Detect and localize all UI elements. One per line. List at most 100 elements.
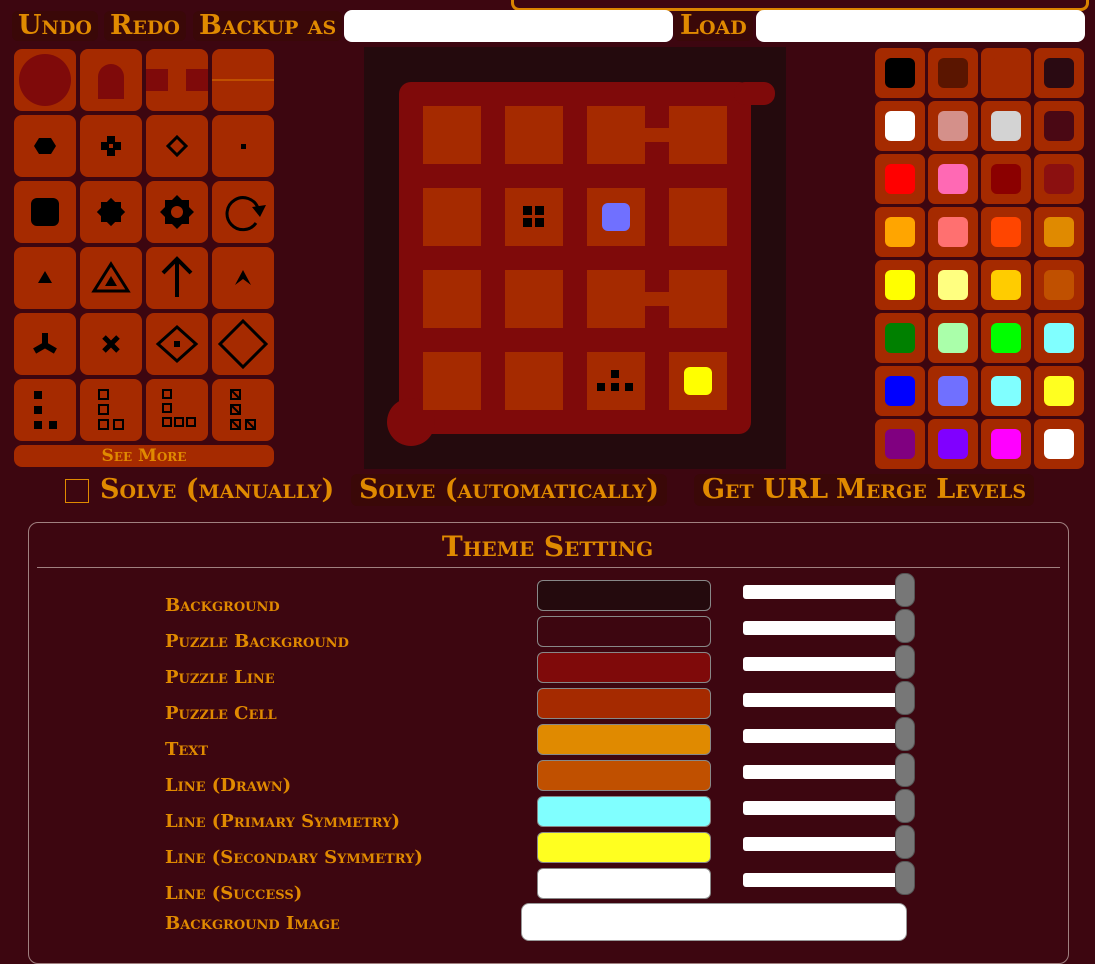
palette-swatch[interactable] xyxy=(1034,101,1084,151)
swatch-color xyxy=(1044,429,1074,459)
chevron-up-icon[interactable] xyxy=(212,247,274,309)
rotate-icon[interactable] xyxy=(212,181,274,243)
palette-swatch[interactable] xyxy=(875,101,925,151)
theme-color-input[interactable] xyxy=(537,760,711,791)
slider-thumb[interactable] xyxy=(895,825,915,859)
palette-swatch[interactable] xyxy=(928,48,978,98)
solve-automatically-button[interactable]: Solve (automatically) xyxy=(351,474,668,506)
polyomino-negative-icon[interactable] xyxy=(212,379,274,441)
theme-color-input[interactable] xyxy=(537,724,711,755)
palette-swatch[interactable] xyxy=(981,419,1031,469)
dot-small-icon[interactable] xyxy=(212,115,274,177)
theme-color-input[interactable] xyxy=(537,832,711,863)
get-url-button[interactable]: Get URL xyxy=(694,474,837,506)
theme-opacity-slider[interactable] xyxy=(743,657,903,671)
missing-line-icon[interactable] xyxy=(212,49,274,111)
swatch-color xyxy=(938,111,968,141)
circle-start-icon[interactable] xyxy=(14,49,76,111)
slider-thumb[interactable] xyxy=(895,753,915,787)
theme-opacity-slider[interactable] xyxy=(743,621,903,635)
palette-swatch[interactable] xyxy=(928,101,978,151)
gear-icon[interactable] xyxy=(146,181,208,243)
gap-icon[interactable] xyxy=(146,49,208,111)
theme-color-input[interactable] xyxy=(537,652,711,683)
arrow-up-icon[interactable] xyxy=(146,247,208,309)
triangle-icon[interactable] xyxy=(14,247,76,309)
palette-swatch[interactable] xyxy=(1034,260,1084,310)
theme-opacity-slider[interactable] xyxy=(743,765,903,779)
square-icon[interactable] xyxy=(14,181,76,243)
palette-swatch[interactable] xyxy=(981,101,1031,151)
redo-button[interactable]: Redo xyxy=(104,11,186,41)
solve-manually-label[interactable]: Solve (manually) xyxy=(92,474,342,506)
hexagon-dot-icon[interactable] xyxy=(14,115,76,177)
see-more-button[interactable]: See More xyxy=(14,445,274,467)
slider-thumb[interactable] xyxy=(895,861,915,895)
palette-swatch[interactable] xyxy=(928,260,978,310)
backup-name-input[interactable] xyxy=(344,10,673,42)
star-icon[interactable] xyxy=(80,181,142,243)
theme-opacity-slider[interactable] xyxy=(743,729,903,743)
palette-swatch[interactable] xyxy=(875,313,925,363)
theme-color-input[interactable] xyxy=(537,616,711,647)
palette-swatch[interactable] xyxy=(928,366,978,416)
palette-swatch[interactable] xyxy=(1034,366,1084,416)
palette-swatch[interactable] xyxy=(875,207,925,257)
backup-as-button[interactable]: Backup as xyxy=(193,11,343,41)
undo-button[interactable]: Undo xyxy=(12,11,98,41)
palette-swatch[interactable] xyxy=(928,313,978,363)
palette-swatch[interactable] xyxy=(928,154,978,204)
palette-swatch[interactable] xyxy=(1034,207,1084,257)
palette-swatch[interactable] xyxy=(981,260,1031,310)
background-image-input[interactable] xyxy=(521,903,907,941)
theme-opacity-slider[interactable] xyxy=(743,801,903,815)
merge-levels-button[interactable]: Merge Levels xyxy=(828,474,1035,506)
polyomino-outline-icon[interactable] xyxy=(80,379,142,441)
diamond-large-icon[interactable] xyxy=(212,313,274,375)
palette-swatch[interactable] xyxy=(981,366,1031,416)
palette-swatch[interactable] xyxy=(875,366,925,416)
diamond-dot-icon[interactable] xyxy=(146,313,208,375)
palette-swatch[interactable] xyxy=(981,154,1031,204)
palette-swatch[interactable] xyxy=(928,419,978,469)
slider-thumb[interactable] xyxy=(895,609,915,643)
palette-swatch[interactable] xyxy=(928,207,978,257)
x-icon[interactable] xyxy=(80,313,142,375)
load-button[interactable]: Load xyxy=(674,11,753,41)
theme-opacity-slider[interactable] xyxy=(743,873,903,887)
theme-color-input[interactable] xyxy=(537,868,711,899)
end-cap-icon[interactable] xyxy=(80,49,142,111)
puzzle-grid[interactable] xyxy=(364,47,786,469)
tri-star-icon[interactable] xyxy=(14,313,76,375)
slider-thumb[interactable] xyxy=(895,681,915,715)
slider-thumb[interactable] xyxy=(895,789,915,823)
palette-swatch[interactable] xyxy=(981,48,1031,98)
slider-thumb[interactable] xyxy=(895,645,915,679)
palette-swatch[interactable] xyxy=(875,419,925,469)
theme-color-input[interactable] xyxy=(537,580,711,611)
polyomino-icon[interactable] xyxy=(14,379,76,441)
solve-manually-checkbox[interactable] xyxy=(65,479,89,503)
theme-opacity-slider[interactable] xyxy=(743,837,903,851)
diamond-small-icon[interactable] xyxy=(146,115,208,177)
palette-swatch[interactable] xyxy=(1034,154,1084,204)
theme-color-input[interactable] xyxy=(537,796,711,827)
palette-swatch[interactable] xyxy=(875,154,925,204)
slider-thumb[interactable] xyxy=(895,573,915,607)
palette-swatch[interactable] xyxy=(1034,48,1084,98)
theme-color-input[interactable] xyxy=(537,688,711,719)
palette-swatch[interactable] xyxy=(875,48,925,98)
theme-opacity-slider[interactable] xyxy=(743,585,903,599)
palette-swatch[interactable] xyxy=(981,313,1031,363)
palette-swatch[interactable] xyxy=(875,260,925,310)
polyomino-outline-large-icon[interactable] xyxy=(146,379,208,441)
palette-swatch[interactable] xyxy=(981,207,1031,257)
triangle-outline-icon[interactable] xyxy=(80,247,142,309)
theme-opacity-slider[interactable] xyxy=(743,693,903,707)
cross-icon[interactable] xyxy=(80,115,142,177)
palette-swatch[interactable] xyxy=(1034,419,1084,469)
palette-swatch[interactable] xyxy=(1034,313,1084,363)
puzzle-board[interactable] xyxy=(364,47,786,469)
slider-thumb[interactable] xyxy=(895,717,915,751)
load-input[interactable] xyxy=(756,10,1085,42)
